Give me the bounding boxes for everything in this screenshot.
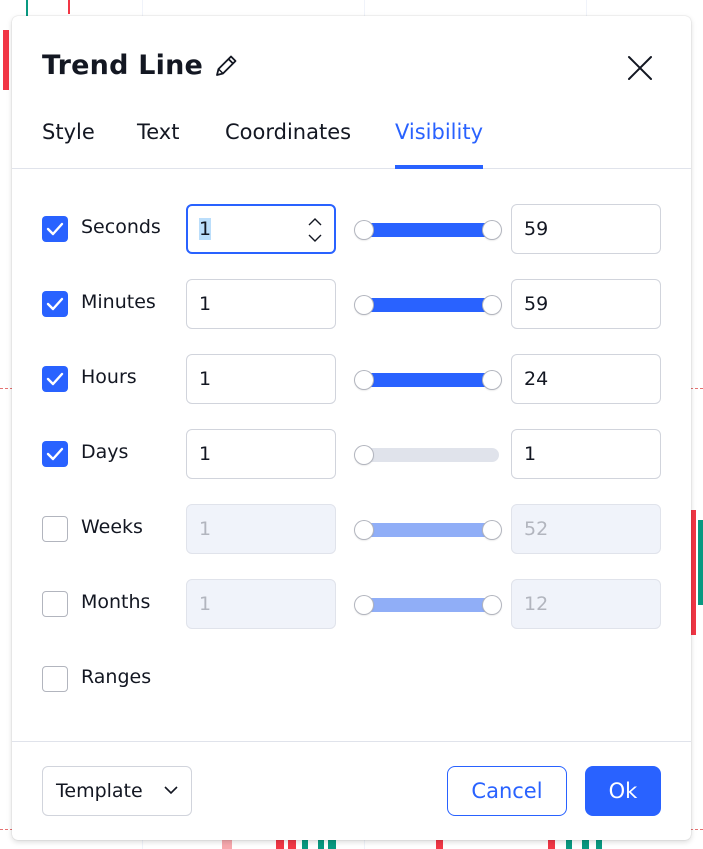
candle bbox=[596, 840, 602, 849]
weeks-label: Weeks bbox=[81, 516, 143, 538]
weeks-from-input: 1 bbox=[186, 504, 336, 554]
months-from-input: 1 bbox=[186, 579, 336, 629]
cancel-button[interactable]: Cancel bbox=[447, 766, 567, 816]
hours-label: Hours bbox=[81, 366, 137, 388]
months-range-slider bbox=[355, 596, 501, 614]
weeks-max-handle bbox=[483, 521, 501, 539]
seconds-range-slider[interactable] bbox=[355, 221, 501, 239]
seconds-to-input[interactable]: 59 bbox=[511, 204, 661, 254]
months-label: Months bbox=[81, 591, 151, 613]
minutes-from-input[interactable]: 1 bbox=[186, 279, 336, 329]
days-range-slider[interactable] bbox=[355, 446, 499, 464]
candle bbox=[548, 840, 555, 849]
hours-from-input[interactable]: 1 bbox=[186, 354, 336, 404]
days-to-input[interactable]: 1 bbox=[511, 429, 661, 479]
minutes-to-input[interactable]: 59 bbox=[511, 279, 661, 329]
candle bbox=[436, 840, 443, 849]
days-label: Days bbox=[81, 441, 129, 463]
months-max-handle bbox=[483, 596, 501, 614]
candle bbox=[698, 520, 703, 605]
hours-to-input[interactable]: 24 bbox=[511, 354, 661, 404]
candle bbox=[276, 840, 284, 849]
candle bbox=[328, 840, 336, 849]
tab-coordinates[interactable]: Coordinates bbox=[225, 120, 351, 168]
template-dropdown[interactable]: Template bbox=[42, 766, 192, 816]
hours-min-handle[interactable] bbox=[355, 371, 373, 389]
spinner-arrows-icon[interactable] bbox=[306, 212, 324, 248]
visibility-row-minutes: Minutes 1 59 bbox=[12, 279, 691, 329]
months-range-fill bbox=[357, 598, 499, 612]
candle bbox=[68, 0, 70, 14]
candle bbox=[582, 840, 589, 849]
tab-bar: Style Text Coordinates Visibility bbox=[12, 116, 691, 169]
chevron-down-icon bbox=[164, 786, 178, 795]
tab-text[interactable]: Text bbox=[137, 120, 179, 168]
dialog-title: Trend Line bbox=[42, 50, 204, 81]
ranges-checkbox[interactable] bbox=[42, 666, 68, 692]
footer-divider bbox=[12, 741, 691, 742]
days-min-handle[interactable] bbox=[355, 446, 373, 464]
visibility-row-days: Days 1 1 bbox=[12, 429, 691, 479]
candle bbox=[302, 840, 308, 849]
minutes-label: Minutes bbox=[81, 291, 156, 313]
candle bbox=[3, 30, 9, 90]
ok-button[interactable]: Ok bbox=[585, 766, 661, 816]
minutes-max-handle[interactable] bbox=[483, 296, 501, 314]
visibility-row-ranges: Ranges bbox=[12, 654, 691, 704]
pencil-icon[interactable] bbox=[212, 52, 240, 80]
weeks-range-slider bbox=[355, 521, 501, 539]
hours-range-fill bbox=[357, 373, 499, 387]
visibility-row-seconds: Seconds 1 59 bbox=[12, 204, 691, 254]
seconds-max-handle[interactable] bbox=[483, 221, 501, 239]
weeks-checkbox[interactable] bbox=[42, 516, 68, 542]
seconds-min-handle[interactable] bbox=[355, 221, 373, 239]
tab-visibility[interactable]: Visibility bbox=[395, 120, 484, 169]
months-checkbox[interactable] bbox=[42, 591, 68, 617]
seconds-from-input[interactable]: 1 bbox=[186, 204, 336, 254]
trend-line-settings-dialog: Trend Line Style Text Coordinates Visibi… bbox=[12, 16, 691, 840]
seconds-checkbox[interactable] bbox=[42, 216, 68, 242]
weeks-range-fill bbox=[357, 523, 499, 537]
candle bbox=[222, 840, 232, 849]
minutes-range-slider[interactable] bbox=[355, 296, 501, 314]
template-label: Template bbox=[56, 780, 143, 802]
weeks-min-handle bbox=[355, 521, 373, 539]
minutes-min-handle[interactable] bbox=[355, 296, 373, 314]
seconds-label: Seconds bbox=[81, 216, 161, 238]
months-to-input: 12 bbox=[511, 579, 661, 629]
hours-range-slider[interactable] bbox=[355, 371, 501, 389]
days-checkbox[interactable] bbox=[42, 441, 68, 467]
visibility-row-weeks: Weeks 1 52 bbox=[12, 504, 691, 554]
hours-max-handle[interactable] bbox=[483, 371, 501, 389]
minutes-checkbox[interactable] bbox=[42, 291, 68, 317]
candle bbox=[288, 840, 296, 849]
days-from-input[interactable]: 1 bbox=[186, 429, 336, 479]
hours-checkbox[interactable] bbox=[42, 366, 68, 392]
ranges-label: Ranges bbox=[81, 666, 152, 688]
visibility-row-months: Months 1 12 bbox=[12, 579, 691, 629]
close-icon[interactable] bbox=[624, 52, 656, 84]
visibility-row-hours: Hours 1 24 bbox=[12, 354, 691, 404]
candle bbox=[566, 840, 572, 849]
tab-style[interactable]: Style bbox=[42, 120, 95, 168]
seconds-range-fill bbox=[357, 223, 499, 237]
months-min-handle bbox=[355, 596, 373, 614]
weeks-to-input: 52 bbox=[511, 504, 661, 554]
seconds-from-value: 1 bbox=[199, 218, 212, 240]
candle bbox=[318, 840, 324, 849]
minutes-range-fill bbox=[357, 298, 499, 312]
